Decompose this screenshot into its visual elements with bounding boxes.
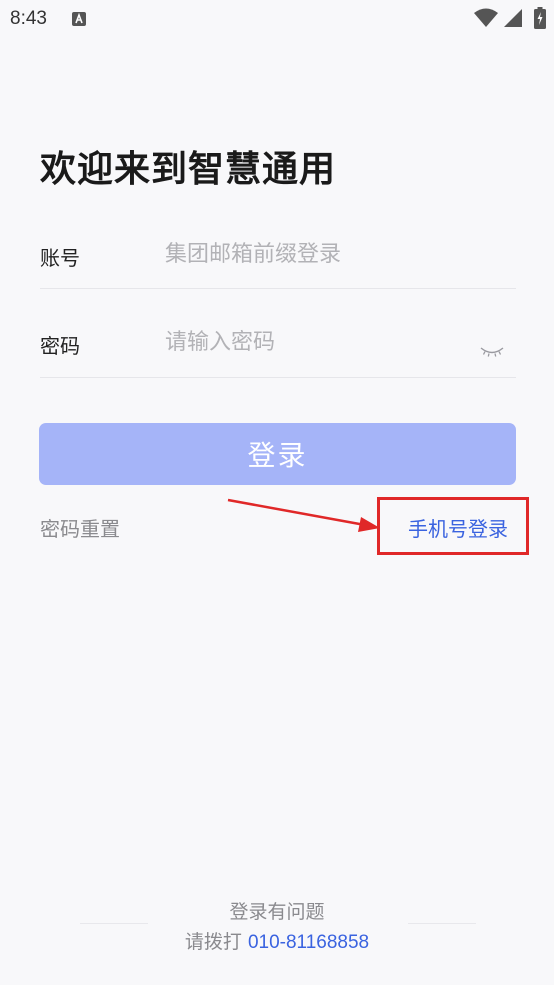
account-input[interactable] bbox=[165, 232, 465, 276]
status-bar: 8:43 bbox=[0, 0, 554, 40]
footer-contact-prefix: 请拨打 bbox=[184, 931, 248, 953]
eye-closed-icon[interactable] bbox=[480, 344, 504, 363]
password-field-row: 密码 bbox=[40, 320, 516, 380]
password-input[interactable] bbox=[165, 320, 465, 364]
annotation-arrow-icon bbox=[227, 498, 380, 532]
password-label: 密码 bbox=[40, 334, 80, 358]
account-divider bbox=[40, 288, 516, 289]
account-field-row: 账号 bbox=[40, 232, 516, 292]
page-title: 欢迎来到智慧通用 bbox=[40, 149, 337, 190]
status-time: 8:43 bbox=[10, 8, 47, 29]
signal-icon bbox=[503, 8, 523, 32]
footer-contact: 请拨打 010-81168858 bbox=[0, 927, 554, 954]
password-divider bbox=[40, 377, 516, 378]
phone-login-link[interactable]: 手机号登录 bbox=[408, 513, 508, 542]
login-button[interactable]: 登录 bbox=[39, 423, 516, 485]
reset-password-link[interactable]: 密码重置 bbox=[40, 513, 120, 542]
a-letter-icon bbox=[72, 11, 86, 30]
wifi-icon bbox=[474, 8, 498, 32]
account-label: 账号 bbox=[40, 246, 80, 270]
footer-help-title: 登录有问题 bbox=[229, 901, 325, 923]
footer-phone-link[interactable]: 010-81168858 bbox=[248, 932, 369, 953]
battery-charging-icon bbox=[534, 7, 546, 33]
